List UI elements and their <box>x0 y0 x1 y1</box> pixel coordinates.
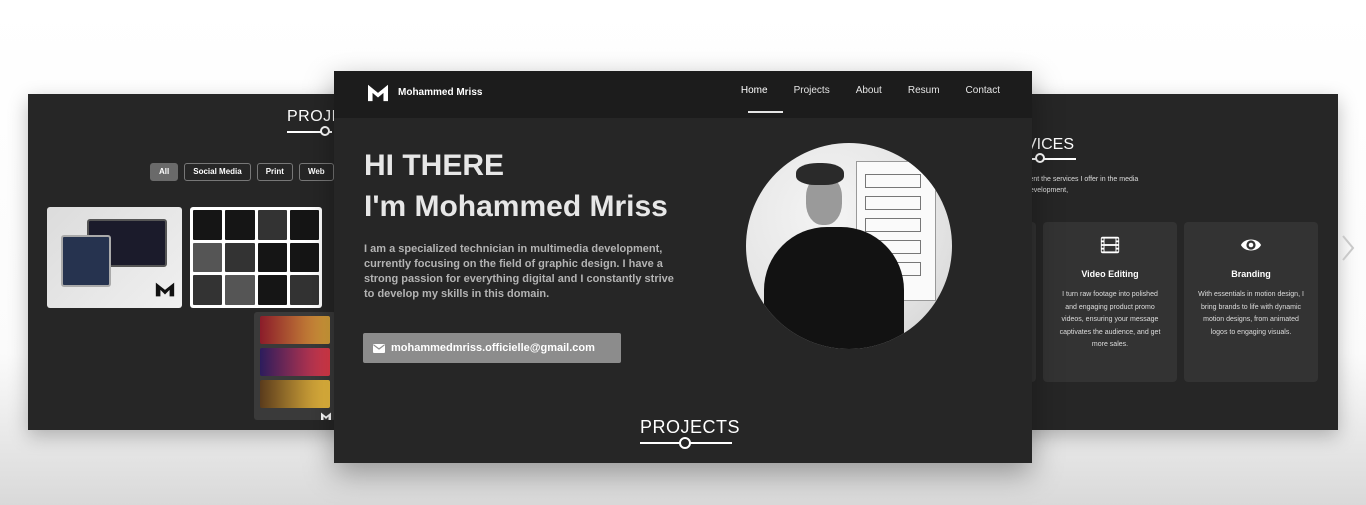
section-divider-dot <box>320 126 330 136</box>
email-button[interactable]: mohammedmriss.officielle@gmail.com <box>363 333 621 363</box>
nav-about[interactable]: About <box>856 85 882 96</box>
project-filters: All Social Media Print Web <box>150 163 358 181</box>
home-slide: Mohammed Mriss Home Projects About Resum… <box>334 71 1032 463</box>
mockup-tablet <box>61 235 111 287</box>
brand-name: Mohammed Mriss <box>398 86 483 98</box>
nav-contact[interactable]: Contact <box>966 85 1000 96</box>
profile-photo <box>746 143 952 349</box>
filter-all[interactable]: All <box>150 163 179 181</box>
section-divider-dot <box>1035 153 1045 163</box>
mail-icon <box>373 343 385 353</box>
nav-home[interactable]: Home <box>741 85 768 96</box>
section-divider-dot <box>679 437 691 449</box>
brand[interactable]: Mohammed Mriss <box>367 82 482 102</box>
project-thumbnail-website-mockup[interactable] <box>47 207 182 308</box>
project-thumbnail-social-posts[interactable] <box>254 312 336 420</box>
filter-social-media[interactable]: Social Media <box>184 163 251 181</box>
person-body <box>764 227 904 349</box>
hero-name: I'm Mohammed Mriss <box>364 190 668 223</box>
project-thumbnail-brand-identity[interactable] <box>190 207 322 308</box>
service-title: Video Editing <box>1081 269 1139 279</box>
person-hair <box>796 163 844 185</box>
service-description: I turn raw footage into polished and eng… <box>1059 291 1161 348</box>
eye-icon <box>1240 239 1262 251</box>
section-divider <box>1026 158 1076 160</box>
nav-resum[interactable]: Resum <box>908 85 940 96</box>
brand-logo-icon <box>321 412 331 420</box>
nav-projects[interactable]: Projects <box>794 85 830 96</box>
brand-logo-icon <box>155 282 175 297</box>
active-nav-indicator <box>748 111 783 113</box>
hero-bio: I am a specialized technician in multime… <box>364 243 674 300</box>
service-description: With essentials in motion design, I brin… <box>1198 291 1304 336</box>
services-section-title: VICES <box>1026 136 1075 153</box>
hero-greeting: HI THERE <box>364 149 505 182</box>
services-intro: sent the services I offer in the media d… <box>1026 176 1139 194</box>
brand-logo-icon <box>368 84 388 102</box>
navbar: Mohammed Mriss Home Projects About Resum… <box>334 71 1032 118</box>
service-card-video-editing[interactable]: Video Editing I turn raw footage into po… <box>1043 222 1177 382</box>
service-title: Branding <box>1231 269 1271 279</box>
projects-heading: PROJECTS <box>640 417 741 437</box>
filter-web[interactable]: Web <box>298 163 334 181</box>
nav-links: Home Projects About Resum Contact <box>741 85 1000 96</box>
services-slide-preview[interactable]: VICES sent the services I offer in the m… <box>1000 94 1338 430</box>
filter-print[interactable]: Print <box>256 163 293 181</box>
film-icon <box>1100 236 1120 254</box>
email-address: mohammedmriss.officielle@gmail.com <box>391 342 595 354</box>
chevron-right-icon[interactable] <box>1341 234 1355 267</box>
service-card-branding[interactable]: Branding With essentials in motion desig… <box>1184 222 1318 382</box>
